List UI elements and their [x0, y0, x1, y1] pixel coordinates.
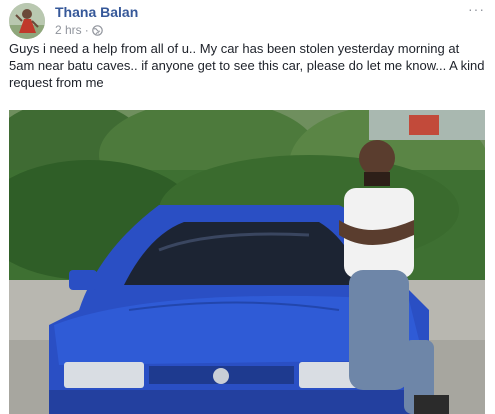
author-name[interactable]: Thana Balan — [55, 4, 138, 20]
post-message: Guys i need a help from all of u.. My ca… — [9, 41, 485, 90]
meta-separator: · — [84, 23, 89, 37]
facebook-post: Thana Balan 2 hrs · ··· Guys i need a he… — [0, 0, 495, 414]
avatar-image — [9, 3, 45, 39]
post-timestamp[interactable]: 2 hrs — [55, 23, 82, 37]
globe-icon[interactable] — [91, 24, 103, 36]
more-options-icon[interactable]: ··· — [468, 1, 485, 17]
author-avatar[interactable] — [9, 3, 45, 39]
post-meta: 2 hrs · — [55, 23, 103, 37]
post-photo[interactable] — [9, 110, 485, 414]
car-photo-image — [9, 110, 485, 414]
